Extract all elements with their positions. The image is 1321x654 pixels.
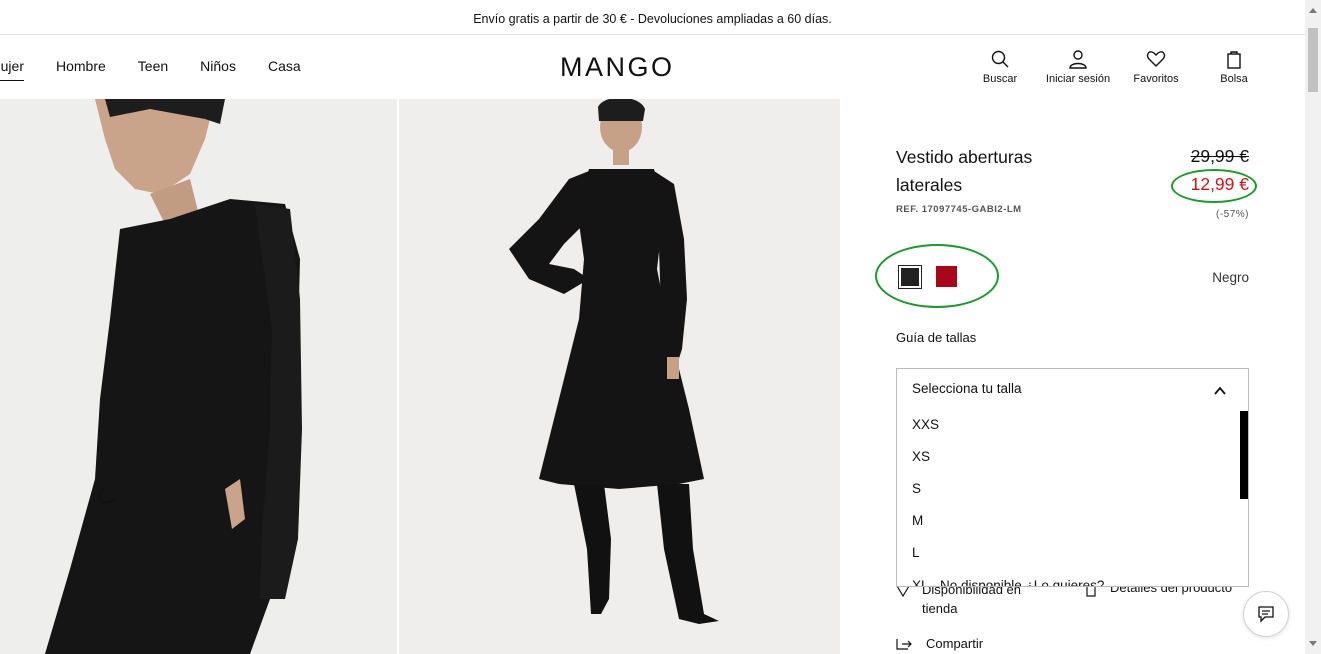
size-options: XXS XS S M L [912, 416, 939, 576]
scroll-up-arrow-icon[interactable] [1309, 8, 1317, 13]
size-guide-link[interactable]: Guía de tallas [896, 330, 976, 345]
share-link[interactable]: Compartir [896, 636, 983, 651]
chevron-up-icon[interactable] [1214, 385, 1226, 397]
size-dropdown[interactable]: Selecciona tu talla XXS XS S M L XL - No… [896, 368, 1249, 587]
nav-item-casa[interactable]: Casa [268, 58, 301, 81]
product-title: Vestido aberturas laterales [896, 147, 1033, 195]
scroll-down-arrow-icon[interactable] [1309, 641, 1317, 646]
size-option-s[interactable]: S [912, 480, 939, 512]
selected-color-name: Negro [1212, 270, 1249, 285]
chat-icon [1258, 606, 1274, 623]
product-photo-closeup[interactable] [0, 99, 397, 654]
header: Mujer Hombre Teen Niños Casa MANGO Busca… [0, 36, 1305, 98]
scroll-thumb[interactable] [1308, 28, 1318, 92]
heart-icon [1146, 51, 1166, 67]
favorites-label: Favoritos [1133, 73, 1179, 85]
nav-item-mujer[interactable]: Mujer [0, 58, 24, 81]
chat-button[interactable] [1243, 591, 1289, 637]
favorites-button[interactable]: Favoritos [1116, 49, 1196, 85]
logo[interactable]: MANGO [560, 52, 675, 83]
main-nav: Mujer Hombre Teen Niños Casa [0, 58, 333, 81]
size-option-l[interactable]: L [912, 544, 939, 576]
product-ref: REF. 17097745-GABI2-LM [896, 204, 1022, 215]
nav-item-teen[interactable]: Teen [138, 58, 168, 81]
nav-item-hombre[interactable]: Hombre [56, 58, 106, 81]
search-icon [991, 50, 1009, 68]
size-option-xxs[interactable]: XXS [912, 416, 939, 448]
size-option-xl[interactable]: XL - No disponible ¿Lo quieres? [912, 578, 1104, 586]
announcement-text: Envío gratis a partir de 30 € - Devoluci… [473, 11, 832, 26]
share-label: Compartir [926, 636, 984, 651]
search-label: Buscar [982, 73, 1018, 85]
model-full-image [399, 99, 840, 654]
search-button[interactable]: Buscar [960, 49, 1040, 85]
announcement-bar: Envío gratis a partir de 30 € - Devoluci… [0, 3, 1305, 35]
page-scrollbar[interactable] [1305, 0, 1321, 654]
price-annotation-circle [1171, 169, 1257, 203]
color-annotation-circle [875, 244, 999, 308]
bag-label: Bolsa [1220, 73, 1248, 85]
user-icon [1069, 50, 1087, 69]
login-button[interactable]: Iniciar sesión [1038, 49, 1118, 85]
share-icon [896, 638, 912, 650]
old-price: 29,99 € [1190, 146, 1249, 166]
size-option-m[interactable]: M [912, 512, 939, 544]
model-closeup-image [0, 99, 397, 654]
size-option-xs[interactable]: XS [912, 448, 939, 480]
size-dropdown-placeholder: Selecciona tu talla [912, 381, 1022, 396]
bag-icon [1227, 51, 1241, 69]
discount-badge: (-57%) [1215, 209, 1249, 220]
nav-item-ninos[interactable]: Niños [200, 58, 236, 81]
login-label: Iniciar sesión [1045, 73, 1111, 85]
bag-button[interactable]: Bolsa [1194, 49, 1274, 85]
dropdown-scrollbar[interactable] [1240, 411, 1248, 499]
product-photo-full[interactable] [399, 99, 840, 654]
product-panel: Vestido aberturas laterales REF. 1709774… [840, 99, 1305, 654]
